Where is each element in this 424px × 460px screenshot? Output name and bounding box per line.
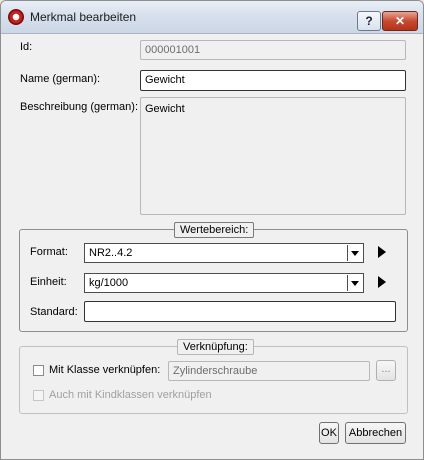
chevron-down-icon[interactable] [347, 275, 362, 291]
mit-klasse-label: Mit Klasse verknüpfen: [49, 364, 161, 376]
app-icon [8, 9, 24, 25]
kindklassen-label: Auch mit Kindklassen verknüpfen [49, 389, 212, 401]
format-value: NR2..4.2 [89, 247, 133, 259]
window-title: Merkmal bearbeiten [30, 10, 137, 24]
id-label: Id: [20, 41, 33, 53]
triangle-right-icon[interactable] [378, 276, 386, 288]
format-label: Format: [30, 246, 68, 258]
einheit-label: Einheit: [30, 276, 67, 288]
format-dropdown[interactable]: NR2..4.2 [84, 243, 364, 263]
klasse-field: Zylinderschraube [168, 361, 370, 381]
einheit-dropdown[interactable]: kg/1000 [84, 273, 364, 293]
wertebereich-title: Wertebereich: [174, 222, 255, 238]
id-field: 000001001 [140, 40, 406, 60]
browse-button[interactable]: ... [376, 360, 396, 381]
mit-klasse-checkbox[interactable] [33, 365, 44, 376]
standard-label: Standard: [30, 306, 78, 318]
triangle-right-icon[interactable] [378, 246, 386, 258]
ok-button[interactable]: OK [319, 422, 339, 444]
title-bar: Merkmal bearbeiten ? ✕ [1, 1, 423, 34]
name-field[interactable]: Gewicht [140, 70, 406, 91]
help-button[interactable]: ? [357, 11, 381, 31]
close-button[interactable]: ✕ [382, 11, 418, 31]
chevron-down-icon[interactable] [347, 245, 362, 261]
standard-field[interactable] [84, 301, 396, 322]
description-label: Beschreibung (german): [20, 101, 139, 113]
einheit-value: kg/1000 [89, 277, 129, 289]
name-label: Name (german): [20, 73, 101, 85]
kindklassen-checkbox [33, 390, 44, 401]
dialog-window: Merkmal bearbeiten ? ✕ Id: 000001001 Nam… [0, 0, 424, 460]
description-field[interactable]: Gewicht [140, 97, 406, 215]
cancel-button[interactable]: Abbrechen [345, 422, 406, 444]
verknuepfung-title: Verknüpfung: [177, 339, 254, 355]
